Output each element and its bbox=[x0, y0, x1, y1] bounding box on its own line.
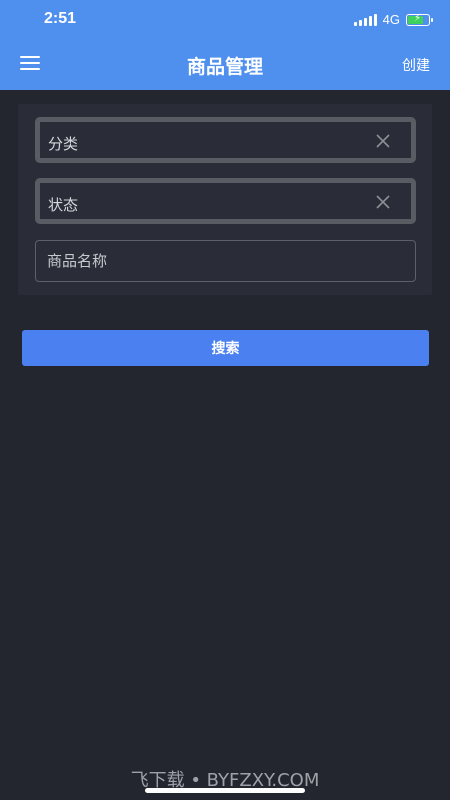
close-icon[interactable] bbox=[375, 133, 391, 149]
category-select[interactable]: 分类 bbox=[35, 117, 416, 163]
search-button[interactable]: 搜索 bbox=[22, 330, 429, 366]
category-label: 分类 bbox=[48, 135, 79, 153]
close-icon[interactable] bbox=[375, 194, 391, 210]
page-title: 商品管理 bbox=[186, 56, 263, 78]
status-indicators: 4G ⚡ bbox=[353, 12, 433, 27]
battery-icon: ⚡ bbox=[406, 12, 433, 26]
filter-panel: 分类 状态 bbox=[18, 104, 432, 295]
network-type: 4G bbox=[382, 12, 400, 27]
nav-bar: 商品管理 创建 bbox=[0, 40, 450, 90]
product-name-input[interactable] bbox=[35, 240, 416, 282]
home-indicator bbox=[145, 788, 305, 793]
status-label: 状态 bbox=[48, 196, 79, 214]
status-select[interactable]: 状态 bbox=[35, 178, 416, 224]
charging-icon: ⚡ bbox=[414, 12, 422, 24]
create-button[interactable]: 创建 bbox=[402, 55, 430, 75]
status-bar: 2:51 4G ⚡ bbox=[0, 0, 450, 40]
signal-icon bbox=[353, 13, 377, 26]
status-time: 2:51 bbox=[44, 10, 77, 27]
